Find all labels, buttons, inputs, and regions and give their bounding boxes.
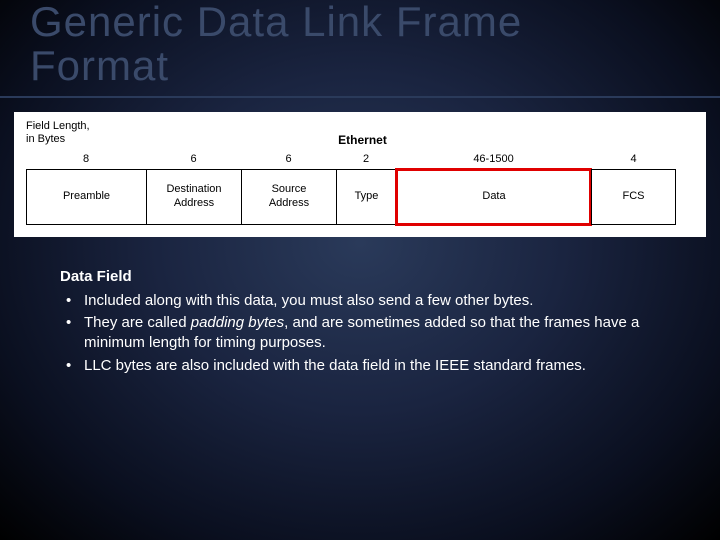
title-line-1: Generic Data Link Frame bbox=[30, 0, 522, 45]
section-heading: Data Field bbox=[60, 267, 660, 287]
title-line-2: Format bbox=[30, 42, 169, 89]
length-row: 8 6 6 2 46-1500 4 bbox=[26, 153, 694, 165]
field-cell-type: Type bbox=[336, 169, 396, 225]
length-cell: 4 bbox=[591, 153, 676, 165]
bullet-list: Included along with this data, you must … bbox=[60, 291, 660, 376]
protocol-label: Ethernet bbox=[111, 133, 694, 147]
field-cell-src: SourceAddress bbox=[241, 169, 336, 225]
field-cell-dest: DestinationAddress bbox=[146, 169, 241, 225]
field-cell-preamble: Preamble bbox=[26, 169, 146, 225]
length-cell: 46-1500 bbox=[396, 153, 591, 165]
length-cell: 6 bbox=[241, 153, 336, 165]
italic-phrase: padding bytes bbox=[191, 314, 284, 331]
length-cell: 6 bbox=[146, 153, 241, 165]
body-text: Data Field Included along with this data… bbox=[60, 267, 660, 376]
length-cell: 8 bbox=[26, 153, 146, 165]
field-length-label: Field Length,in Bytes bbox=[26, 120, 111, 146]
length-cell: 2 bbox=[336, 153, 396, 165]
field-cell-fcs: FCS bbox=[591, 169, 676, 225]
list-item: LLC bytes are also included with the dat… bbox=[60, 356, 660, 376]
frame-diagram: Field Length,in Bytes Ethernet 8 6 6 2 4… bbox=[14, 112, 706, 236]
slide-title: Generic Data Link Frame Format bbox=[0, 0, 720, 98]
list-item: Included along with this data, you must … bbox=[60, 291, 660, 311]
list-item: They are called padding bytes, and are s… bbox=[60, 313, 660, 354]
field-cell-data: Data bbox=[396, 169, 591, 225]
field-row: Preamble DestinationAddress SourceAddres… bbox=[26, 169, 694, 225]
